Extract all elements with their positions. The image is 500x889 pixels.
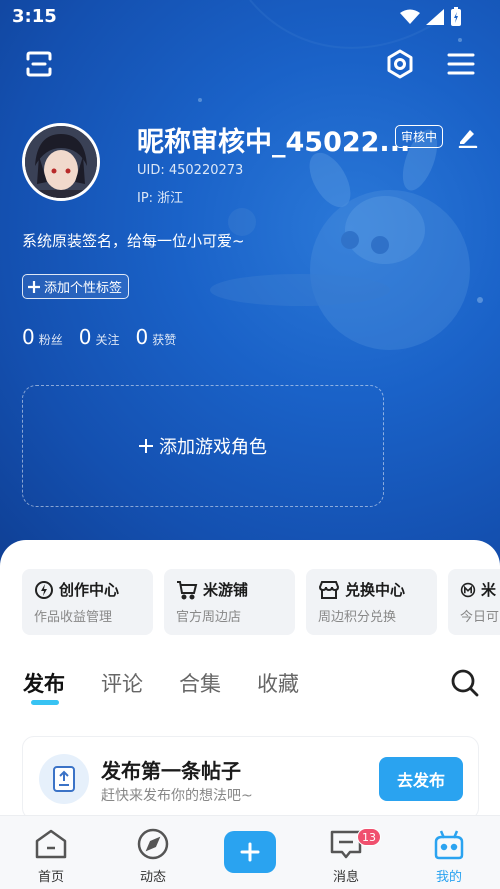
card-exchange-center[interactable]: 兑换中心 周边积分兑换	[306, 569, 437, 635]
signature[interactable]: 系统原装签名，给每一位小可爱~	[22, 230, 245, 251]
nickname: 昵称审核中_45022...	[137, 127, 411, 158]
cart-icon	[177, 580, 198, 599]
nav-label: 我的	[435, 870, 462, 885]
card-subtitle: 官方周边店	[176, 610, 242, 625]
home-icon	[35, 829, 67, 859]
stat-value: 0	[135, 325, 149, 349]
add-game-role-label: 添加游戏角色	[159, 437, 267, 458]
wifi-icon	[400, 9, 420, 24]
add-tag-button[interactable]: 添加个性标签	[22, 274, 130, 299]
tab-favorites[interactable]: 收藏	[257, 668, 299, 698]
go-publish-button[interactable]: 去发布	[379, 757, 463, 801]
tab-collections[interactable]: 合集	[179, 668, 221, 698]
plus-icon	[28, 280, 40, 293]
card-subtitle: 周边积分兑换	[318, 610, 397, 625]
profile-stats: 0 粉丝 0 关注 0 获赞	[22, 325, 176, 349]
review-status-badge: 审核中	[395, 125, 444, 148]
card-mi-coin[interactable]: 米 今日可	[448, 569, 500, 635]
card-title: 兑换中心	[345, 581, 406, 599]
stat-followers[interactable]: 0 粉丝	[22, 325, 63, 349]
edit-icon[interactable]	[456, 126, 478, 148]
nav-feed[interactable]: 动态	[113, 828, 193, 885]
avatar-image	[25, 126, 97, 198]
plus-icon	[139, 439, 153, 453]
bottom-navigation: 首页 动态 消息 我的	[0, 815, 500, 889]
document-upload-icon	[53, 766, 75, 792]
stat-likes[interactable]: 0 获赞	[136, 325, 177, 349]
scan-icon	[26, 51, 52, 77]
stat-following[interactable]: 0 关注	[79, 325, 120, 349]
nav-profile[interactable]: 我的	[409, 828, 489, 885]
card-mihoyo-shop[interactable]: 米游铺 官方周边店	[164, 569, 295, 635]
battery-icon	[451, 7, 461, 26]
message-count-badge: 13	[357, 828, 381, 846]
stat-label: 获赞	[152, 333, 177, 347]
settings-button[interactable]	[380, 44, 420, 84]
stat-value: 0	[22, 325, 35, 349]
menu-button[interactable]	[441, 44, 481, 84]
nav-label: 消息	[332, 870, 359, 885]
user-id: UID: 450220273	[137, 163, 244, 178]
add-tag-label: 添加个性标签	[44, 281, 123, 296]
card-subtitle: 今日可	[460, 610, 500, 625]
gear-icon	[387, 49, 413, 79]
tab-comments[interactable]: 评论	[101, 668, 143, 698]
profile-icon	[434, 830, 464, 860]
card-subtitle: 作品收益管理	[34, 610, 113, 625]
compass-icon	[137, 828, 169, 860]
card-title: 创作中心	[59, 581, 120, 599]
hamburger-icon	[447, 53, 475, 75]
post-prompt-subtitle: 赶快来发布你的想法吧~	[101, 788, 253, 804]
bolt-icon	[35, 580, 53, 599]
stat-label: 关注	[95, 333, 120, 347]
status-bar: 3:15	[0, 0, 500, 34]
nav-create-button[interactable]	[224, 831, 276, 873]
stat-label: 粉丝	[38, 333, 63, 347]
post-prompt-icon	[39, 754, 89, 804]
plus-icon	[240, 842, 260, 862]
post-prompt-title: 发布第一条帖子	[101, 759, 241, 783]
card-title: 米游铺	[203, 581, 249, 599]
ip-location: IP: 浙江	[137, 191, 184, 206]
store-icon	[318, 580, 340, 599]
tab-publish[interactable]: 发布	[23, 668, 65, 698]
signal-icon	[426, 9, 444, 25]
stat-value: 0	[78, 325, 92, 349]
add-game-role-button[interactable]: 添加游戏角色	[22, 385, 384, 507]
status-time: 3:15	[12, 6, 57, 27]
nav-home[interactable]: 首页	[11, 828, 91, 885]
nav-label: 动态	[139, 870, 166, 885]
nav-label: 首页	[37, 870, 64, 885]
search-icon[interactable]	[450, 668, 480, 698]
active-tab-indicator	[31, 700, 59, 705]
first-post-prompt: 发布第一条帖子 赶快来发布你的想法吧~ 去发布	[22, 736, 479, 820]
m-icon	[460, 582, 476, 597]
card-creator-center[interactable]: 创作中心 作品收益管理	[22, 569, 153, 635]
avatar[interactable]	[22, 123, 100, 201]
card-title: 米	[480, 581, 496, 599]
status-icons	[400, 7, 462, 27]
scan-menu-button[interactable]	[19, 44, 59, 84]
